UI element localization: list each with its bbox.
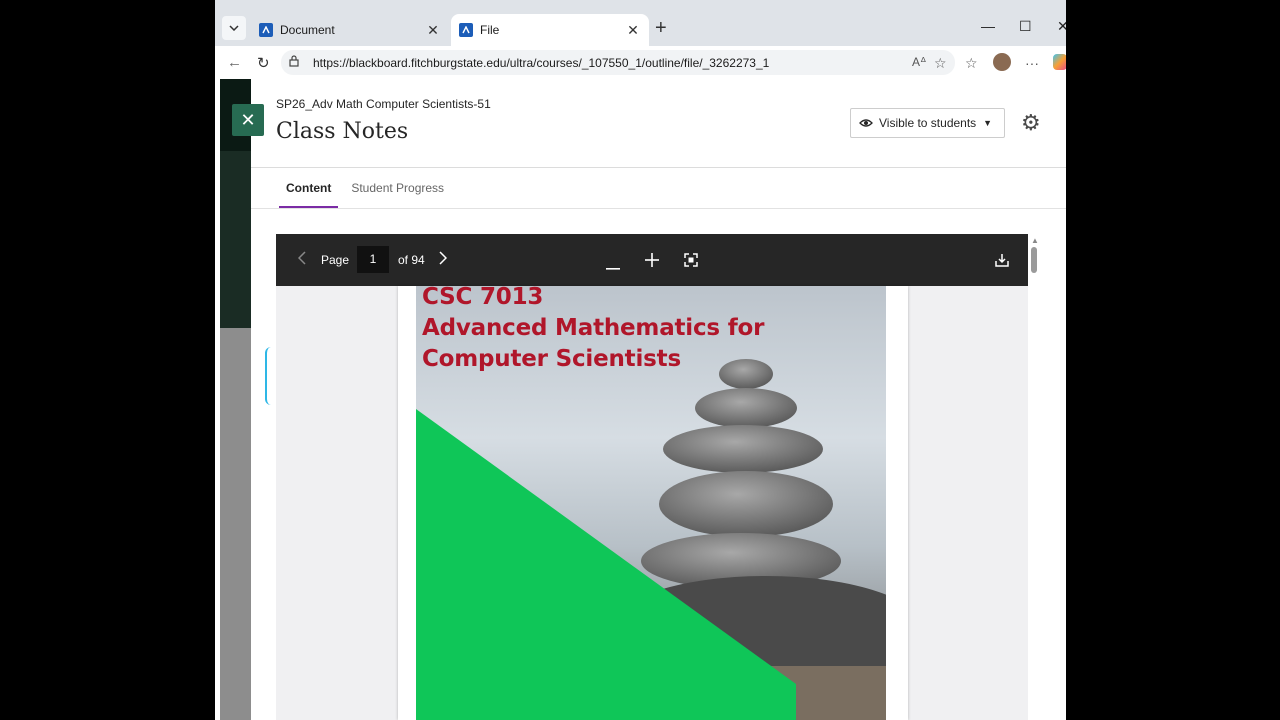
pen-annotation-mark <box>265 347 271 405</box>
caret-down-icon: ▼ <box>983 118 993 128</box>
page-number-input[interactable]: 1 <box>357 246 389 273</box>
browser-tab-document[interactable]: Document ✕ <box>251 14 449 46</box>
favorite-star-icon[interactable]: ☆ <box>934 55 947 72</box>
back-arrow-icon[interactable]: ← <box>227 54 242 71</box>
fullscreen-icon[interactable] <box>684 253 698 270</box>
pdf-toolbar: Page 1 of 94 <box>276 234 1028 286</box>
more-menu-icon[interactable]: ··· <box>1025 55 1039 71</box>
tab-content[interactable]: Content <box>276 171 341 209</box>
tab-actions-chevron-icon[interactable] <box>222 16 246 40</box>
zoom-out-icon[interactable] <box>606 259 620 273</box>
profile-avatar[interactable] <box>993 53 1011 71</box>
address-bar: ← ↻ https://blackboard.fitchburgstate.ed… <box>215 46 1066 79</box>
url-field[interactable]: https://blackboard.fitchburgstate.edu/ul… <box>281 50 955 75</box>
favorites-icon[interactable]: ☆ <box>965 55 978 72</box>
scroll-up-icon[interactable]: ▲ <box>1031 236 1039 245</box>
close-tab-icon[interactable]: ✕ <box>625 22 641 39</box>
new-tab-plus-icon[interactable]: + <box>655 18 667 38</box>
book-cover-image: CSC 7013 Advanced Mathematics for Comput… <box>416 286 886 720</box>
zoom-in-icon[interactable] <box>645 253 659 270</box>
close-tab-icon[interactable]: ✕ <box>425 22 441 39</box>
tab-student-progress[interactable]: Student Progress <box>341 171 454 209</box>
reload-icon[interactable]: ↻ <box>257 54 270 72</box>
maximize-icon[interactable]: ☐ <box>1019 18 1032 35</box>
close-panel-button[interactable]: ✕ <box>232 104 264 136</box>
visibility-dropdown[interactable]: Visible to students ▼ <box>850 108 1005 138</box>
tab-title: File <box>480 23 500 37</box>
pdf-page: CSC 7013 Advanced Mathematics for Comput… <box>398 286 908 720</box>
content-tabs: Content Student Progress <box>276 171 454 209</box>
pdf-viewer: Page 1 of 94 CSC 7013 Advanced Mathemati… <box>276 234 1028 720</box>
previous-page-icon[interactable] <box>297 251 306 268</box>
file-panel: SP26_Adv Math Computer Scientists-51 Cla… <box>251 79 1066 720</box>
copilot-icon[interactable] <box>1053 54 1066 70</box>
tab-title: Document <box>280 23 335 37</box>
download-icon[interactable] <box>995 253 1009 270</box>
cover-title-line: Advanced Mathematics for <box>422 315 765 341</box>
eye-icon <box>859 115 873 131</box>
blackboard-favicon-icon <box>459 23 473 37</box>
course-name: SP26_Adv Math Computer Scientists-51 <box>276 97 491 111</box>
page-label: Page <box>321 253 350 267</box>
cover-title-line: CSC 7013 <box>422 286 544 310</box>
page-count: of 94 <box>398 253 425 267</box>
lock-icon <box>289 55 303 70</box>
header-divider <box>251 167 1066 168</box>
browser-window: Document ✕ File ✕ + — ☐ ✕ ← ↻ https://bl… <box>215 0 1066 720</box>
cover-title-line: Computer Scientists <box>422 346 681 372</box>
page-title: Class Notes <box>276 119 409 144</box>
tabs-divider <box>251 208 1066 209</box>
read-aloud-icon[interactable]: Aᐞ <box>912 55 927 69</box>
minimize-icon[interactable]: — <box>981 18 995 34</box>
settings-gear-icon[interactable]: ⚙ <box>1021 110 1041 136</box>
blackboard-favicon-icon <box>259 23 273 37</box>
tab-strip: Document ✕ File ✕ + — ☐ ✕ <box>215 0 1066 46</box>
next-page-icon[interactable] <box>439 251 448 268</box>
viewer-scrollbar[interactable] <box>1031 247 1037 273</box>
close-window-icon[interactable]: ✕ <box>1057 18 1066 35</box>
url-text: https://blackboard.fitchburgstate.edu/ul… <box>313 55 770 70</box>
cover-title: CSC 7013 Advanced Mathematics for Comput… <box>422 286 764 375</box>
visibility-label: Visible to students <box>879 116 977 130</box>
background-overlay <box>220 328 251 720</box>
browser-tab-file[interactable]: File ✕ <box>451 14 649 46</box>
